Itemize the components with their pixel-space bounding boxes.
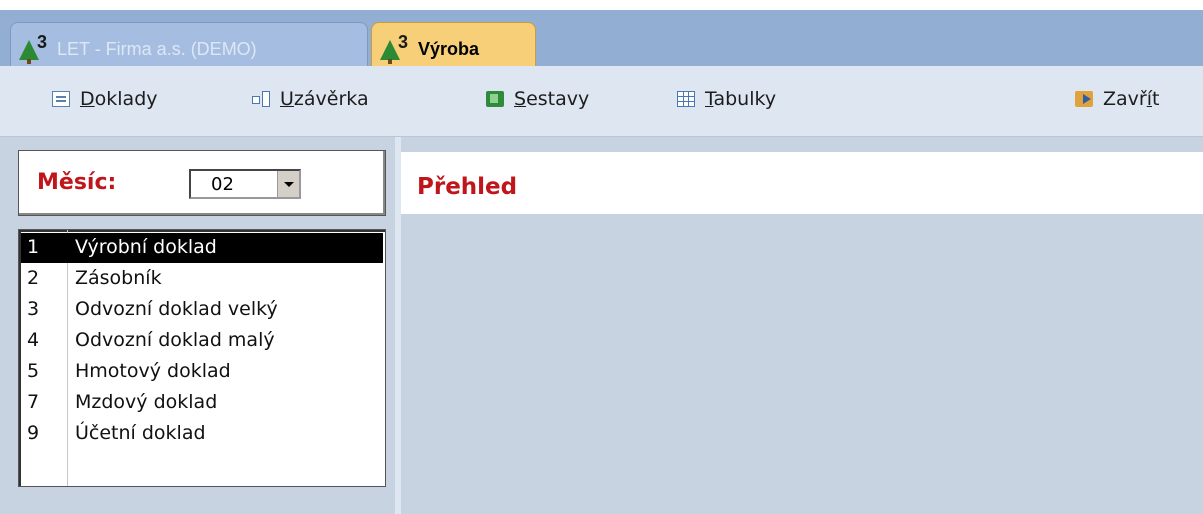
list-item-number: 9: [27, 422, 40, 444]
list-item-name: Výrobní doklad: [75, 236, 217, 258]
tab-bar: 3 LET - Firma a.s. (DEMO) 3 Výroba: [0, 10, 1203, 76]
sestavy-label: Sestavy: [514, 88, 590, 110]
list-item-name: Odvozní doklad velký: [75, 298, 278, 320]
zavrit-label: Zavřít: [1103, 88, 1160, 110]
book-icon: [486, 91, 504, 107]
tab-company-label: LET - Firma a.s. (DEMO): [57, 39, 257, 59]
table-icon: [677, 91, 695, 107]
overview-header: Přehled: [401, 152, 1203, 214]
list-item-number: 4: [27, 329, 40, 351]
list-item[interactable]: 7 Mzdový doklad: [21, 388, 383, 418]
list-item-number: 2: [27, 267, 40, 289]
list-item-number: 1: [27, 236, 40, 258]
uzaverka-button[interactable]: Uzávěrka: [252, 88, 369, 110]
list-item[interactable]: 1 Výrobní doklad: [21, 233, 383, 263]
uzaverka-label: Uzávěrka: [280, 88, 369, 110]
sestavy-button[interactable]: Sestavy: [486, 88, 589, 110]
hierarchy-icon: [252, 91, 270, 107]
list-item-name: Účetní doklad: [75, 422, 206, 444]
list-item[interactable]: 9 Účetní doklad: [21, 419, 383, 449]
tree-logo-icon: 3: [380, 32, 414, 64]
doklady-label: Doklady: [80, 88, 158, 110]
list-item-number: 5: [27, 360, 40, 382]
overview-title: Přehled: [417, 174, 518, 200]
tabulky-label: Tabulky: [705, 88, 777, 110]
month-combobox[interactable]: 02: [189, 169, 301, 199]
tree-logo-icon: 3: [19, 32, 53, 64]
month-value: 02: [211, 174, 234, 195]
list-item-name: Mzdový doklad: [75, 391, 218, 413]
list-item[interactable]: 5 Hmotový doklad: [21, 357, 383, 387]
list-item[interactable]: 2 Zásobník: [21, 264, 383, 294]
list-item-name: Zásobník: [75, 267, 162, 289]
overview-panel: Přehled: [401, 150, 1203, 514]
zavrit-button[interactable]: Zavřít: [1075, 88, 1159, 110]
list-item-number: 3: [27, 298, 40, 320]
document-type-list[interactable]: 1 Výrobní doklad 2 Zásobník 3 Odvozní do…: [18, 229, 386, 487]
tab-vyroba-label: Výroba: [418, 39, 480, 59]
list-item-number: 7: [27, 391, 40, 413]
doklady-button[interactable]: Doklady: [52, 88, 158, 110]
toolbar: Doklady Uzávěrka Sestavy Tabulky Zavřít: [0, 66, 1203, 137]
window-top-strip: [0, 0, 1203, 10]
month-selector-box: Měsíc: 02: [18, 150, 386, 216]
list-item[interactable]: 3 Odvozní doklad velký: [21, 295, 383, 325]
chevron-down-icon[interactable]: [277, 171, 299, 197]
list-item-name: Odvozní doklad malý: [75, 329, 275, 351]
list-item-name: Hmotový doklad: [75, 360, 231, 382]
list-item[interactable]: 4 Odvozní doklad malý: [21, 326, 383, 356]
month-label: Měsíc:: [37, 170, 117, 195]
exit-door-icon: [1075, 91, 1093, 107]
tabulky-button[interactable]: Tabulky: [677, 88, 776, 110]
document-icon: [52, 91, 70, 107]
